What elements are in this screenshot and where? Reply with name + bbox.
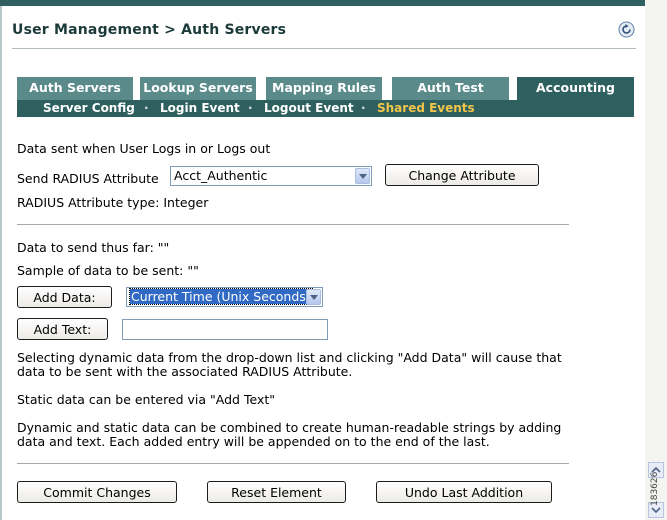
help-text-dynamic-2: data to be sent with the associated RADI… (17, 364, 353, 379)
add-text-input[interactable] (122, 319, 328, 340)
tab-mapping-rules[interactable]: Mapping Rules (266, 77, 382, 100)
sub-navigation: Server Config · Login Event · Logout Eve… (17, 100, 634, 117)
tab-accounting[interactable]: Accounting (517, 77, 634, 100)
help-text-dynamic-1: Selecting dynamic data from the drop-dow… (17, 350, 562, 365)
add-data-button[interactable]: Add Data: (17, 286, 112, 308)
dynamic-data-select[interactable]: Current Time (Unix Seconds) (126, 287, 323, 307)
chevron-down-icon[interactable] (306, 289, 321, 305)
tab-auth-servers[interactable]: Auth Servers (17, 77, 133, 100)
frame-border (0, 6, 2, 520)
refresh-icon[interactable] (618, 21, 635, 38)
dynamic-data-select-value: Current Time (Unix Seconds) (129, 288, 313, 305)
top-bar (0, 0, 667, 6)
subnav-login-event[interactable]: Login Event (160, 101, 240, 115)
subnav-server-config[interactable]: Server Config (43, 101, 135, 115)
subnav-separator: · (144, 101, 149, 115)
attribute-select[interactable]: Acct_Authentic (170, 166, 372, 186)
subnav-separator: · (248, 101, 253, 115)
figure-id: 183626 (650, 471, 660, 506)
send-attribute-label: Send RADIUS Attribute (17, 171, 159, 186)
tab-lookup-servers[interactable]: Lookup Servers (140, 77, 256, 100)
section-divider (17, 224, 569, 225)
sample-data-text: Sample of data to be sent: "" (17, 263, 199, 278)
vertical-scrollbar[interactable] (645, 0, 667, 520)
header-divider (12, 48, 636, 49)
help-text-static: Static data can be entered via "Add Text… (17, 392, 275, 407)
page-title: User Management > Auth Servers (12, 22, 287, 38)
reset-element-button[interactable]: Reset Element (207, 481, 346, 503)
attribute-select-value: Acct_Authentic (174, 168, 268, 183)
tab-bar: Auth Servers Lookup Servers Mapping Rule… (17, 77, 634, 100)
undo-last-addition-button[interactable]: Undo Last Addition (376, 481, 552, 503)
subnav-separator: · (361, 101, 366, 115)
subnav-shared-events[interactable]: Shared Events (377, 101, 475, 115)
add-text-button[interactable]: Add Text: (17, 318, 108, 340)
data-so-far-text: Data to send thus far: "" (17, 240, 170, 255)
section-intro: Data sent when User Logs in or Logs out (17, 141, 271, 156)
footer-divider (17, 463, 569, 464)
subnav-logout-event[interactable]: Logout Event (264, 101, 354, 115)
help-text-combined-1: Dynamic and static data can be combined … (17, 420, 562, 435)
help-text-combined-2: data and text. Each added entry will be … (17, 434, 490, 449)
change-attribute-button[interactable]: Change Attribute (385, 164, 539, 186)
chevron-down-icon[interactable] (355, 168, 370, 184)
commit-changes-button[interactable]: Commit Changes (17, 481, 177, 503)
attribute-type-text: RADIUS Attribute type: Integer (17, 195, 209, 210)
tab-auth-test[interactable]: Auth Test (392, 77, 509, 100)
